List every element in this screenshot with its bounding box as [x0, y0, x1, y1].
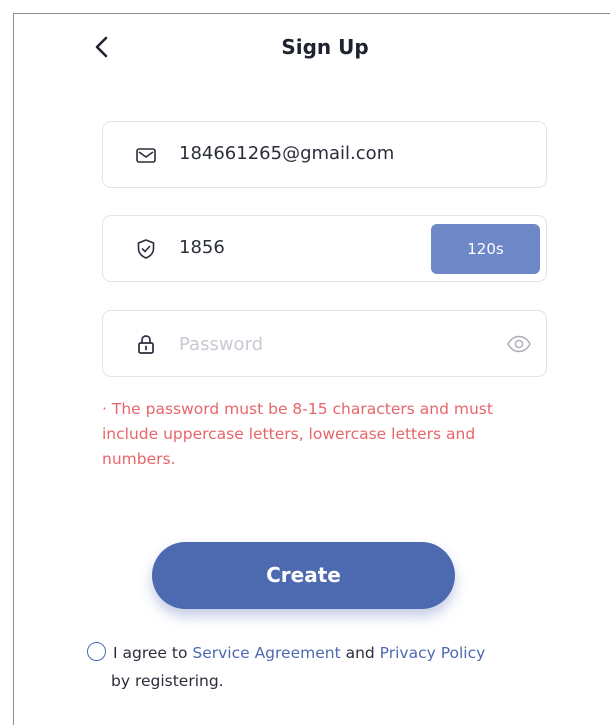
email-field[interactable]: 184661265@gmail.com — [102, 121, 547, 188]
agreement-prefix: I agree to — [113, 644, 193, 662]
agreement-text: I agree to Service Agreement and Privacy… — [111, 639, 553, 695]
create-button[interactable]: Create — [152, 542, 455, 609]
page-title: Sign Up — [281, 35, 369, 59]
mail-icon — [136, 148, 156, 163]
verification-code-value: 1856 — [179, 237, 225, 258]
lock-icon — [138, 335, 154, 354]
shield-check-icon — [137, 239, 155, 259]
agreement-conjunction: and — [340, 644, 380, 662]
password-error-message: · The password must be 8-15 characters a… — [102, 400, 493, 468]
eye-icon[interactable] — [506, 333, 532, 355]
privacy-policy-link[interactable]: Privacy Policy — [380, 644, 486, 662]
agreement-suffix: by registering. — [111, 672, 224, 690]
resend-code-timer-button[interactable]: 120s — [431, 224, 540, 274]
password-input[interactable] — [179, 329, 479, 359]
email-value: 184661265@gmail.com — [179, 143, 395, 164]
service-agreement-link[interactable]: Service Agreement — [192, 644, 340, 662]
password-field[interactable] — [102, 310, 547, 377]
agree-radio[interactable] — [87, 642, 106, 661]
